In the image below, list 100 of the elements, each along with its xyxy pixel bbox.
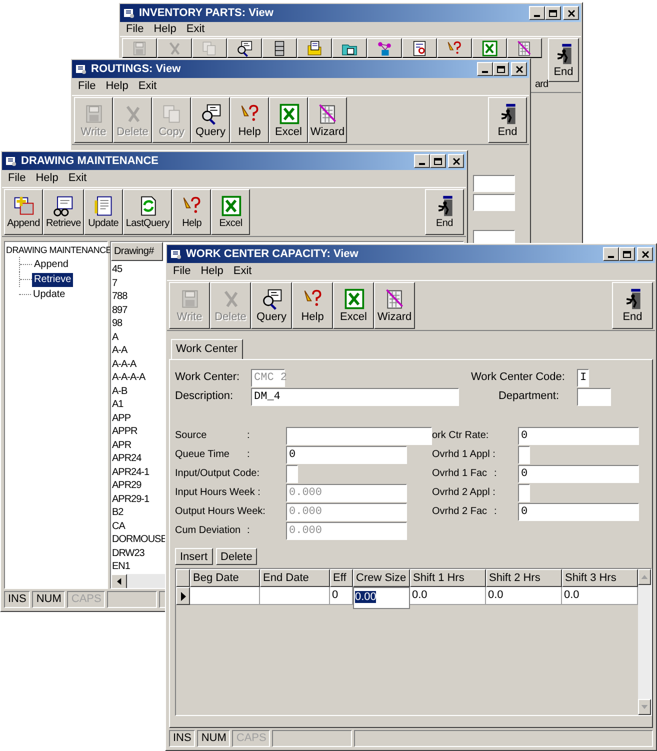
menu-item[interactable]: Exit [186,20,205,38]
field-label: Input/Output Code: [175,467,261,481]
toolbar-button[interactable]: Excel [211,189,250,235]
list-item[interactable]: APR29 [112,479,142,492]
tree-item[interactable]: Retrieve [32,272,74,286]
field-label: : [247,448,251,462]
list-item[interactable]: 897 [112,304,128,317]
list-item[interactable]: A-B [112,384,128,398]
input-field[interactable]: I [577,368,589,386]
toolbar-button[interactable]: Help [172,189,212,235]
field-label: Queue Time [175,448,230,462]
menu-item[interactable]: File [78,78,96,95]
list-item[interactable]: A-A [112,344,128,358]
column-header[interactable]: Crew Size [353,569,410,587]
field-label: Ovrhd 2 Appl : [432,486,496,500]
table-cell: 0.0 [562,587,638,605]
end-button[interactable]: End [612,282,653,329]
end-button[interactable]: End [488,97,527,143]
column-header[interactable]: Shift 2 Hrs [486,569,562,587]
input-field[interactable]: 0 [518,426,639,444]
input-field[interactable]: 0 [518,502,639,520]
list-item[interactable]: APPR [112,425,138,438]
toolbar-button[interactable]: Retrieve [43,189,84,235]
status-panel: INS [169,730,196,747]
toolbar-button[interactable]: Append [4,189,43,235]
list-item[interactable]: APR24-1 [112,466,150,479]
end-button[interactable]: End [425,189,464,235]
field-label: Ovrhd 1 Appl : [432,448,496,462]
column-header[interactable]: Beg Date [190,569,260,587]
toolbar-button[interactable]: Excel [333,282,374,329]
field-label: Cum Deviation [175,524,242,538]
toolbar-button[interactable]: Update [84,189,123,235]
table-cell[interactable]: 0.00 [353,587,410,609]
toolbar-button[interactable]: Query [191,97,230,143]
list-item[interactable]: 788 [112,290,128,304]
column-header[interactable]: End Date [260,569,330,587]
column-header[interactable]: Shift 1 Hrs [410,569,486,587]
menu-item[interactable]: File [126,20,144,38]
list-item[interactable]: APR [112,438,132,452]
list-item[interactable]: 98 [112,317,122,330]
menu-item[interactable]: Help [36,170,58,187]
toolbar-button[interactable]: Help [292,282,333,329]
tree-item[interactable]: Append [32,258,70,272]
menu-item[interactable]: Exit [138,78,157,95]
tree-item[interactable]: DRAWING MAINTENANCE [5,243,112,257]
menu-item[interactable]: Exit [68,170,87,187]
table-cell: 0.0 [486,587,562,605]
field-label: Department: [497,389,560,404]
status-panel: INS [4,591,30,608]
menu-item[interactable]: File [8,170,26,187]
toolbar-button[interactable]: Wizard [308,97,347,143]
toolbar-button[interactable]: Query [251,282,292,329]
button-label[interactable]: ard [535,79,548,91]
toolbar-button[interactable]: Help [230,97,269,143]
menu-item[interactable]: Help [200,263,224,280]
toolbar-button[interactable]: Wizard [374,282,415,329]
field-label: Source [175,429,208,443]
field-label: Ovrhd 2 Fac [432,505,488,519]
field-label: : [247,524,251,538]
input-field[interactable]: DM_4 [251,388,459,406]
tab[interactable]: Work Center [171,339,243,359]
window-title: WORK CENTER CAPACITY: View [186,246,358,262]
list-item[interactable]: EN1 [112,560,130,574]
field-label: : [494,467,498,481]
grid-button[interactable]: Insert [175,548,213,565]
table-cell: 0.0 [410,587,486,605]
list-item[interactable]: A-A-A-A [112,371,146,384]
list-item[interactable]: A1 [112,398,124,412]
field-label: Work Center: [175,370,241,386]
field-label: Input Hours Week : [175,486,262,500]
column-header[interactable]: Drawing# [111,242,163,261]
status-panel: NUM [32,591,66,608]
list-item[interactable]: 45 [112,263,122,276]
field-label: : [247,429,251,443]
list-item[interactable]: CA [112,520,125,533]
list-item[interactable]: DRW23 [112,546,144,560]
list-item[interactable]: APP [112,412,131,425]
input-field[interactable]: 0 [286,446,407,464]
field-label: Output Hours Week: [175,505,266,519]
grid-button[interactable]: Delete [216,548,258,565]
list-item[interactable]: APR24 [112,452,142,466]
list-item[interactable]: A [112,330,118,344]
toolbar-button[interactable]: Excel [269,97,308,143]
toolbar-button[interactable]: LastQuery [122,189,172,235]
end-button[interactable]: End [548,38,579,82]
list-item[interactable]: A-A-A [112,358,136,371]
menu-item[interactable]: File [173,263,191,280]
menu-item[interactable]: Help [106,78,128,95]
list-item[interactable]: APR29-1 [112,492,150,506]
status-panel: NUM [197,730,230,747]
tree-item[interactable]: Update [31,288,68,302]
menu-item[interactable]: Exit [233,263,252,280]
window-title: ROUTINGS: View [91,62,181,77]
column-header[interactable]: Shift 3 Hrs [562,569,638,587]
column-header[interactable]: Eff [330,569,353,587]
list-item[interactable]: DORMOUSE [112,533,167,546]
menu-item[interactable]: Help [154,20,176,38]
list-item[interactable]: B2 [112,506,124,520]
input-field[interactable]: 0 [518,464,639,482]
list-item[interactable]: 7 [112,276,118,290]
